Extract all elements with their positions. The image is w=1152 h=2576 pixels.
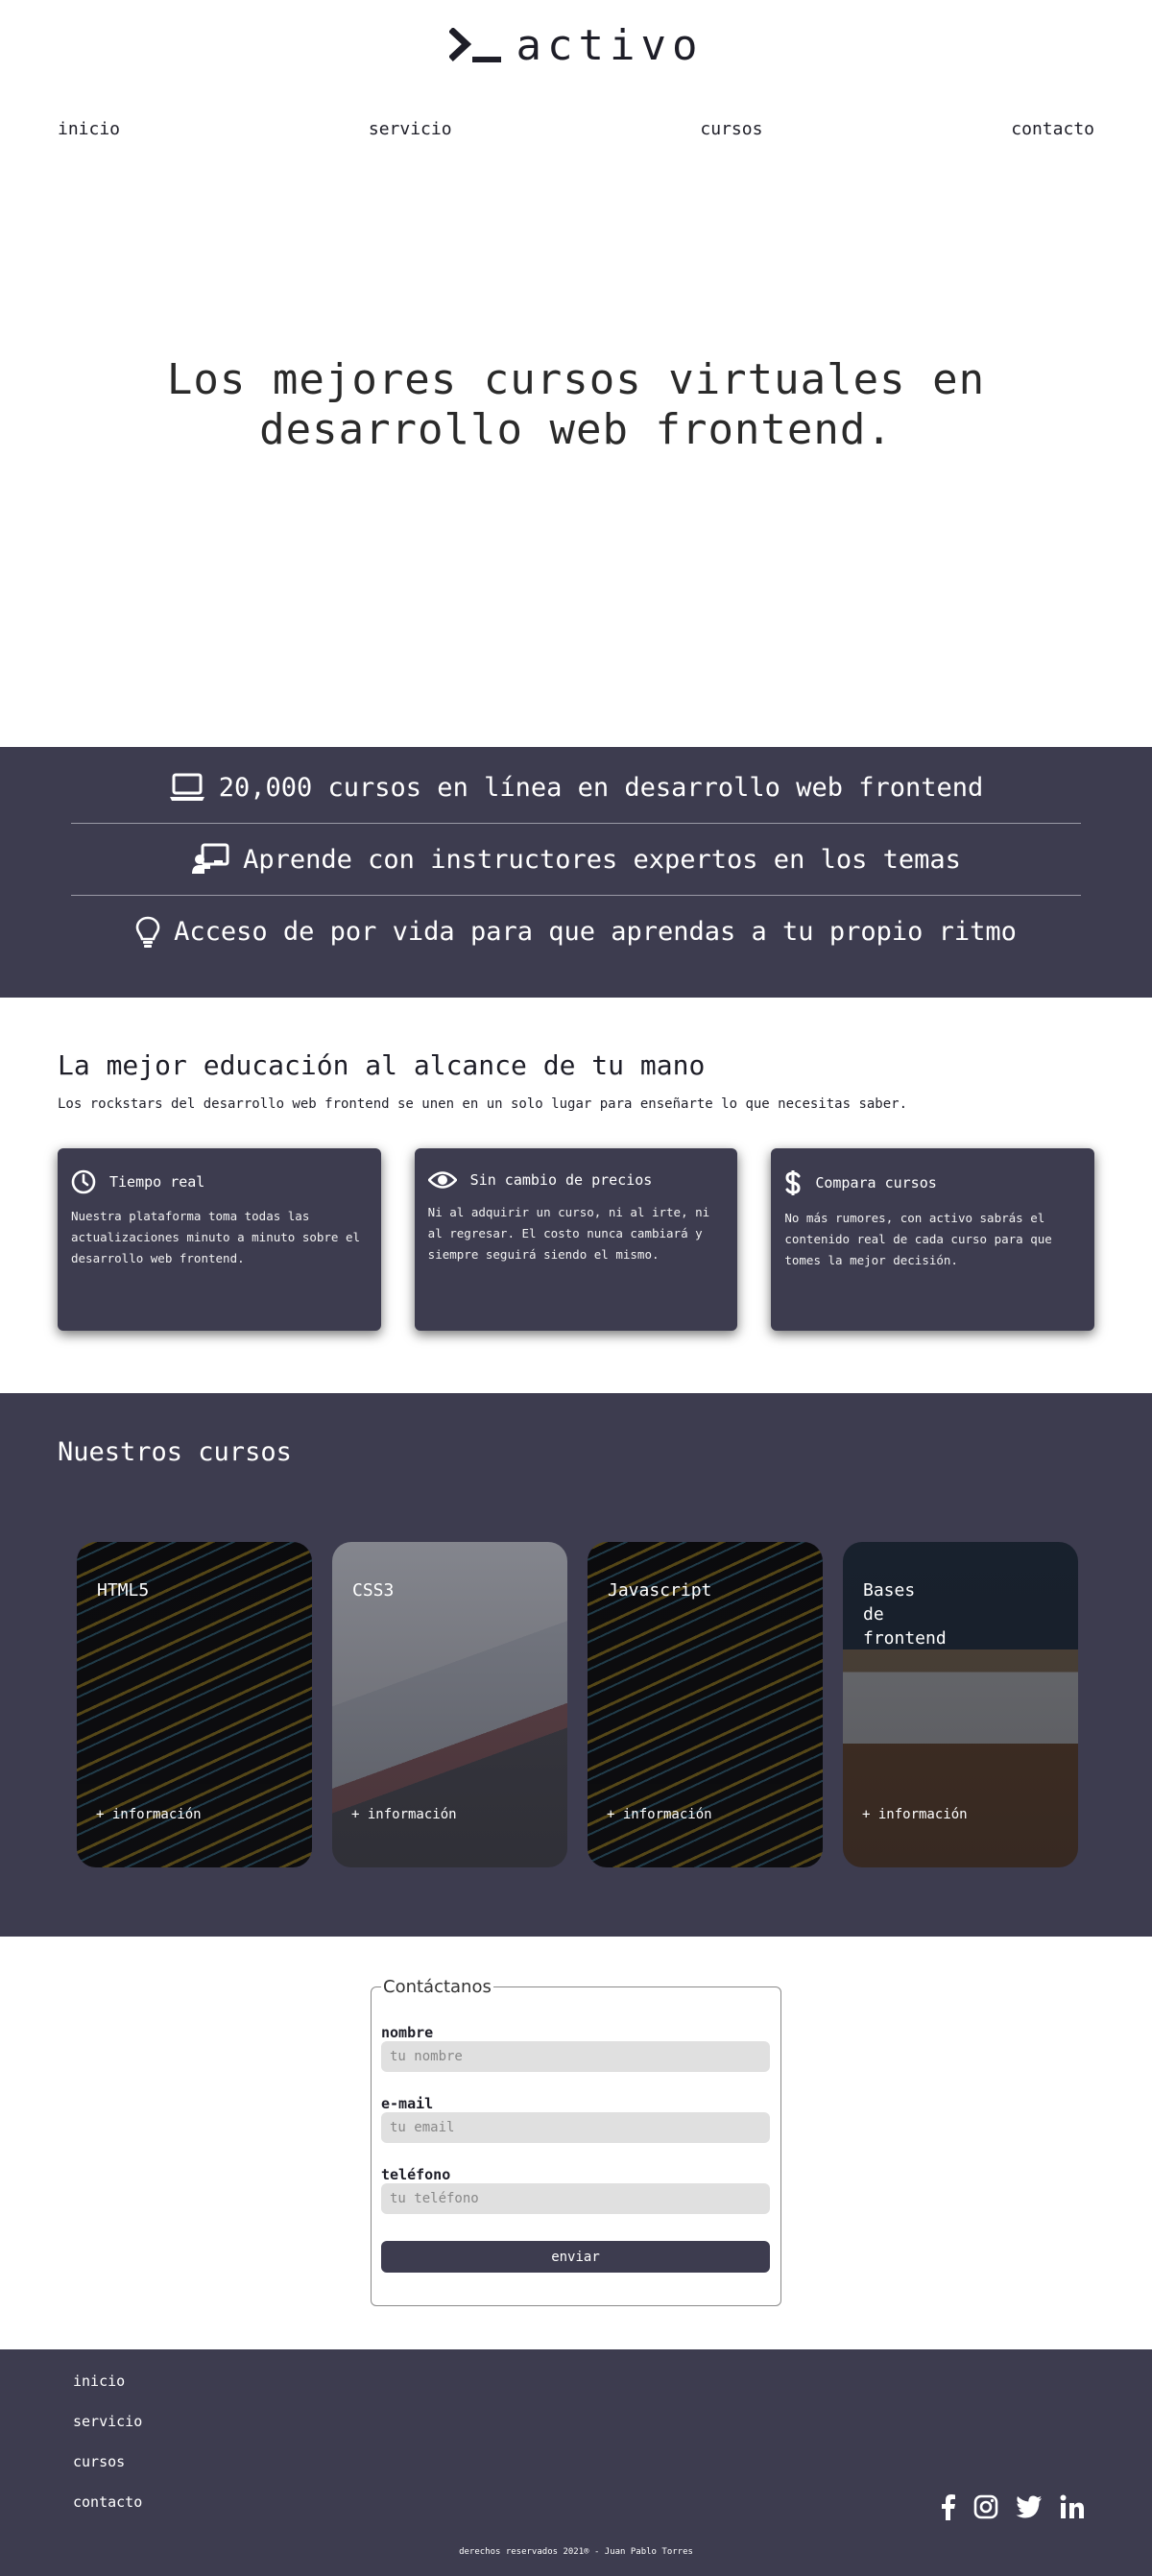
name-input[interactable] [381, 2041, 770, 2072]
email-label: e-mail [381, 2095, 434, 2112]
courses-title: Nuestros cursos [58, 1437, 292, 1467]
social-links [941, 2493, 1085, 2520]
terminal-prompt-icon [448, 28, 503, 64]
lightbulb-icon [135, 916, 160, 948]
course-more-link[interactable]: + información [862, 1807, 968, 1822]
eye-icon [427, 1171, 457, 1189]
course-title: Javascript [608, 1580, 712, 1601]
course-card-html5[interactable]: HTML5 + información [77, 1542, 312, 1867]
logo-text: activo [516, 21, 704, 70]
course-more-link[interactable]: + información [607, 1807, 712, 1822]
course-more-link[interactable]: + información [96, 1807, 202, 1822]
feature-item: Acceso de por vida para que aprendas a t… [71, 896, 1081, 968]
nav-link-cursos[interactable]: cursos [700, 119, 762, 139]
phone-label: teléfono [381, 2166, 451, 2183]
footer-link-cursos[interactable]: cursos [73, 2451, 142, 2492]
feature-text: Acceso de por vida para que aprendas a t… [174, 917, 1017, 947]
linkedin-icon[interactable] [1060, 2494, 1085, 2519]
footer-link-inicio[interactable]: inicio [73, 2371, 142, 2411]
clock-icon [71, 1169, 96, 1194]
benefit-text: Ni al adquirir un curso, ni al irte, ni … [427, 1205, 710, 1262]
nav-link-inicio[interactable]: inicio [58, 119, 120, 139]
course-card-css3[interactable]: CSS3 + información [332, 1542, 567, 1867]
course-card-frontend[interactable]: Bases de frontend + información [843, 1542, 1078, 1867]
footer-link-servicio[interactable]: servicio [73, 2411, 142, 2451]
facebook-icon[interactable] [941, 2493, 956, 2520]
dollar-icon [785, 1170, 801, 1195]
site-header: activo inicio servicio cursos contacto [0, 0, 1152, 168]
benefit-title: Sin cambio de precios [469, 1171, 653, 1189]
feature-item: Aprende con instructores expertos en los… [71, 824, 1081, 896]
education-section: La mejor educación al alcance de tu mano… [0, 998, 1152, 1393]
feature-item: 20,000 cursos en línea en desarrollo web… [71, 752, 1081, 824]
logo[interactable]: activo [0, 25, 1152, 67]
course-title: CSS3 [352, 1580, 395, 1601]
footer-link-contacto[interactable]: contacto [73, 2492, 142, 2532]
hero: Los mejores cursos virtuales en desarrol… [0, 168, 1152, 747]
nav-link-servicio[interactable]: servicio [369, 119, 452, 139]
course-title: HTML5 [97, 1580, 150, 1601]
email-input[interactable] [381, 2112, 770, 2143]
main-nav: inicio servicio cursos contacto [58, 119, 1094, 139]
instructor-icon [192, 843, 229, 874]
features-band: 20,000 cursos en línea en desarrollo web… [0, 747, 1152, 998]
nav-link-contacto[interactable]: contacto [1011, 119, 1094, 139]
education-title: La mejor educación al alcance de tu mano [58, 1049, 706, 1081]
benefit-card: Sin cambio de precios Ni al adquirir un … [414, 1148, 738, 1331]
benefit-text: No más rumores, con activo sabrás el con… [784, 1211, 1052, 1267]
form-legend: Contáctanos [381, 1977, 493, 1997]
feature-text: Aprende con instructores expertos en los… [243, 844, 961, 875]
course-title: Bases de frontend [863, 1580, 947, 1649]
instagram-icon[interactable] [973, 2494, 998, 2519]
benefit-title: Compara cursos [815, 1174, 937, 1192]
contact-form: Contáctanos nombre e-mail teléfono envia… [371, 1977, 781, 2306]
feature-text: 20,000 cursos en línea en desarrollo web… [218, 772, 984, 803]
benefit-text: Nuestra plataforma toma todas las actual… [71, 1209, 361, 1265]
hero-title: Los mejores cursos virtuales en desarrol… [166, 354, 986, 454]
contact-section: Contáctanos nombre e-mail teléfono envia… [0, 1937, 1152, 2349]
courses-section: Nuestros cursos HTML5 + información CSS3… [0, 1393, 1152, 1937]
benefit-card: Compara cursos No más rumores, con activ… [771, 1148, 1095, 1331]
site-footer: inicio servicio cursos contacto derechos… [0, 2349, 1152, 2576]
course-grid: HTML5 + información CSS3 + información J… [58, 1542, 1094, 1867]
education-subtitle: Los rockstars del desarrollo web fronten… [58, 1096, 908, 1112]
name-label: nombre [381, 2024, 434, 2041]
benefit-card: Tiempo real Nuestra plataforma toma toda… [58, 1148, 381, 1331]
submit-button[interactable]: enviar [381, 2241, 770, 2273]
phone-input[interactable] [381, 2183, 770, 2214]
course-more-link[interactable]: + información [351, 1807, 457, 1822]
course-card-javascript[interactable]: Javascript + información [588, 1542, 823, 1867]
laptop-icon [169, 773, 204, 801]
twitter-icon[interactable] [1016, 2495, 1043, 2518]
benefit-title: Tiempo real [109, 1173, 205, 1191]
benefit-cards: Tiempo real Nuestra plataforma toma toda… [58, 1148, 1095, 1331]
page: activo inicio servicio cursos contacto L… [0, 0, 1152, 2576]
copyright: derechos reservados 2021® - Juan Pablo T… [459, 2547, 693, 2557]
footer-nav: inicio servicio cursos contacto [73, 2371, 142, 2532]
